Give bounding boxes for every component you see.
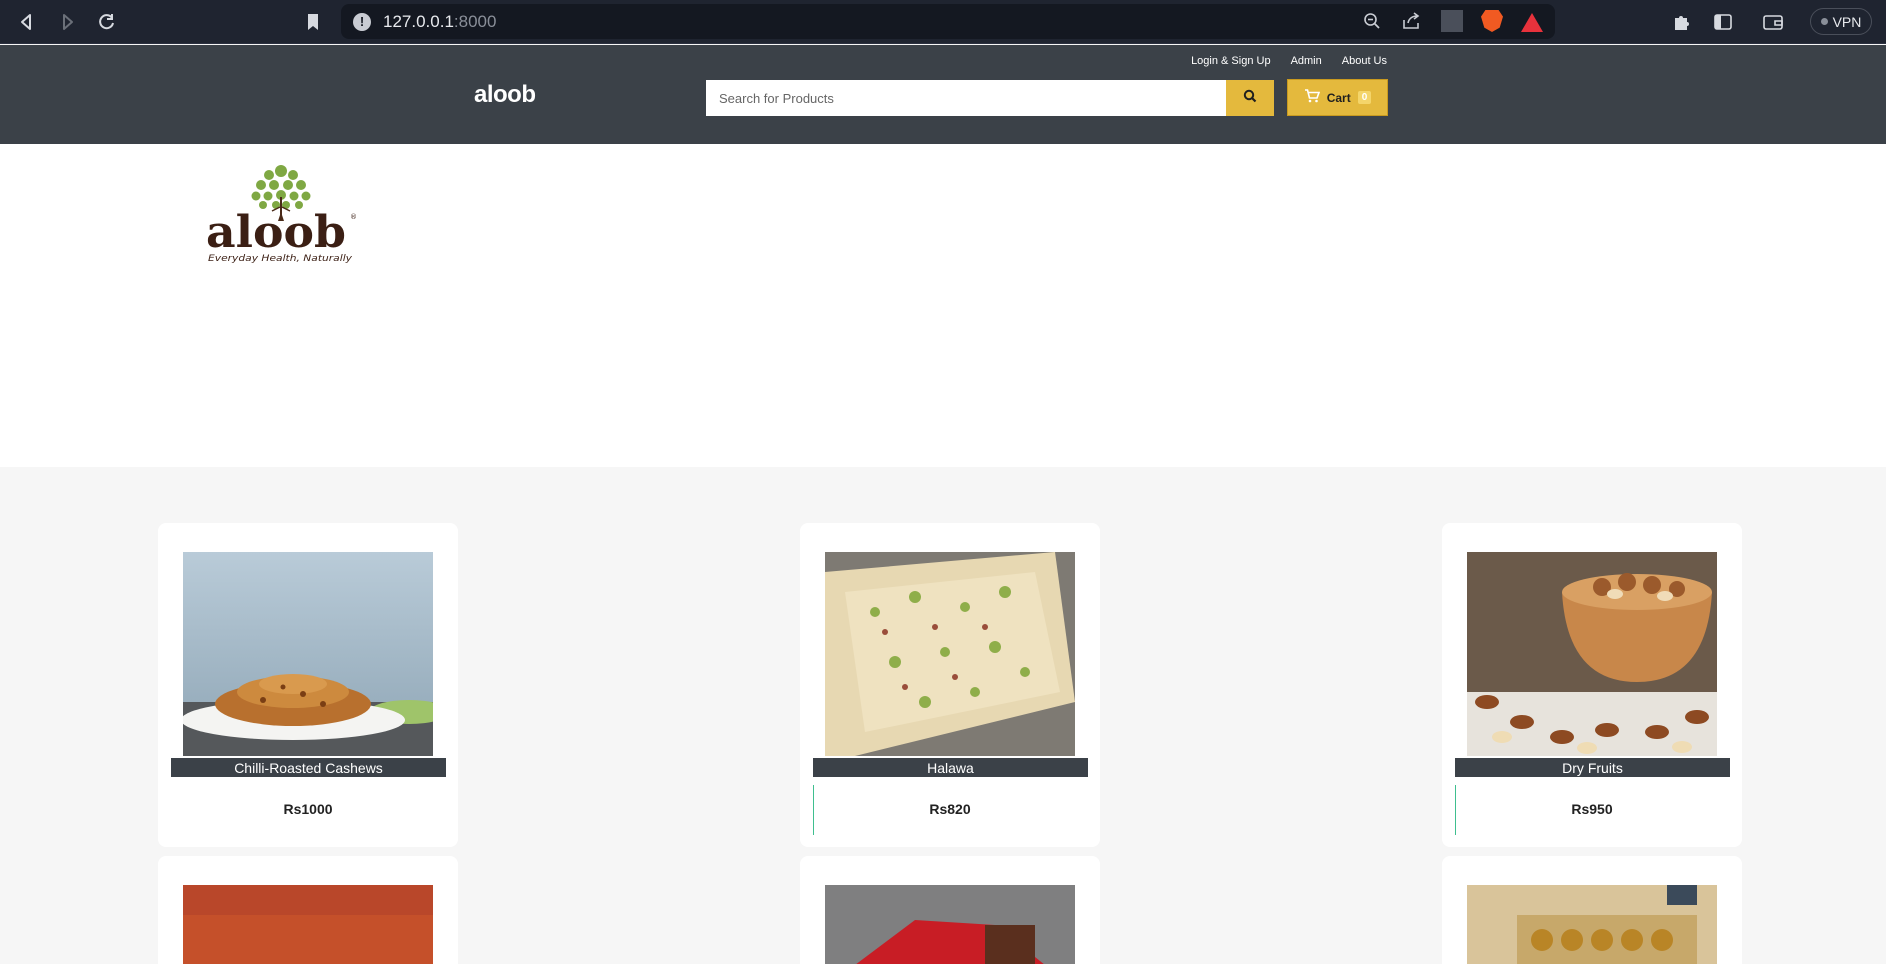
- top-nav: Login & Sign Up Admin About Us: [1191, 55, 1387, 67]
- toolbar-separator: [1441, 10, 1463, 32]
- product-name[interactable]: Dry Fruits: [1455, 758, 1730, 777]
- product-card[interactable]: Dry Fruits Rs950: [1442, 523, 1742, 847]
- brave-rewards-icon[interactable]: [1521, 10, 1543, 32]
- search-icon: [1243, 89, 1257, 108]
- product-card[interactable]: Halawa Rs820: [800, 523, 1100, 847]
- cart-icon: [1304, 89, 1320, 106]
- cart-count-badge: 0: [1357, 91, 1372, 104]
- share-icon[interactable]: [1401, 10, 1423, 32]
- search-button[interactable]: [1226, 80, 1274, 116]
- product-image[interactable]: [825, 885, 1075, 964]
- logo-wordmark: aloob: [206, 207, 346, 258]
- logo-tagline: Everyday Health, Naturally: [208, 254, 353, 264]
- sidebar-icon[interactable]: [1710, 9, 1736, 35]
- product-card[interactable]: [158, 856, 458, 964]
- product-price: Rs950: [1571, 801, 1613, 817]
- zoom-icon[interactable]: [1361, 10, 1383, 32]
- brave-shields-icon[interactable]: [1481, 10, 1503, 32]
- url-text[interactable]: 127.0.0.1:8000: [383, 12, 496, 32]
- product-image[interactable]: [1467, 885, 1717, 964]
- wallet-icon[interactable]: [1760, 9, 1786, 35]
- site-info-icon[interactable]: !: [353, 12, 371, 31]
- address-bar[interactable]: ! 127.0.0.1:8000: [341, 4, 1555, 39]
- forward-icon[interactable]: [54, 9, 80, 35]
- product-price: Rs820: [929, 801, 971, 817]
- site-brand[interactable]: aloob: [474, 81, 536, 109]
- aloob-logo: aloob ® Everyday Health, Naturally: [206, 165, 356, 264]
- product-image-dry-fruits[interactable]: [1467, 552, 1717, 756]
- back-icon[interactable]: [14, 9, 40, 35]
- product-name[interactable]: Chilli-Roasted Cashews: [171, 758, 446, 777]
- url-host: 127.0.0.1: [383, 11, 454, 31]
- vpn-label: VPN: [1832, 13, 1862, 30]
- vpn-button[interactable]: VPN: [1810, 8, 1872, 35]
- product-card[interactable]: Chilli-Roasted Cashews Rs1000: [158, 523, 458, 847]
- login-signup-link[interactable]: Login & Sign Up: [1191, 55, 1271, 67]
- product-card[interactable]: [800, 856, 1100, 964]
- extensions-icon[interactable]: [1669, 9, 1695, 35]
- about-us-link[interactable]: About Us: [1342, 55, 1387, 67]
- product-image-halawa[interactable]: [825, 552, 1075, 756]
- product-price: Rs1000: [283, 801, 333, 817]
- vpn-status-dot: [1820, 18, 1828, 25]
- search-input[interactable]: [706, 80, 1226, 116]
- cart-label: Cart: [1326, 90, 1351, 105]
- svg-text:®: ®: [350, 213, 356, 221]
- cart-button[interactable]: Cart 0: [1287, 79, 1388, 116]
- url-port: :8000: [453, 11, 497, 31]
- product-image-cashews[interactable]: [183, 552, 433, 756]
- product-card[interactable]: [1442, 856, 1742, 964]
- product-name[interactable]: Halawa: [813, 758, 1088, 777]
- bookmark-icon[interactable]: [300, 9, 326, 35]
- browser-toolbar: ! 127.0.0.1:8000 VPN: [0, 0, 1886, 44]
- reload-icon[interactable]: [94, 9, 120, 35]
- admin-link[interactable]: Admin: [1291, 55, 1322, 67]
- product-image[interactable]: [183, 885, 433, 964]
